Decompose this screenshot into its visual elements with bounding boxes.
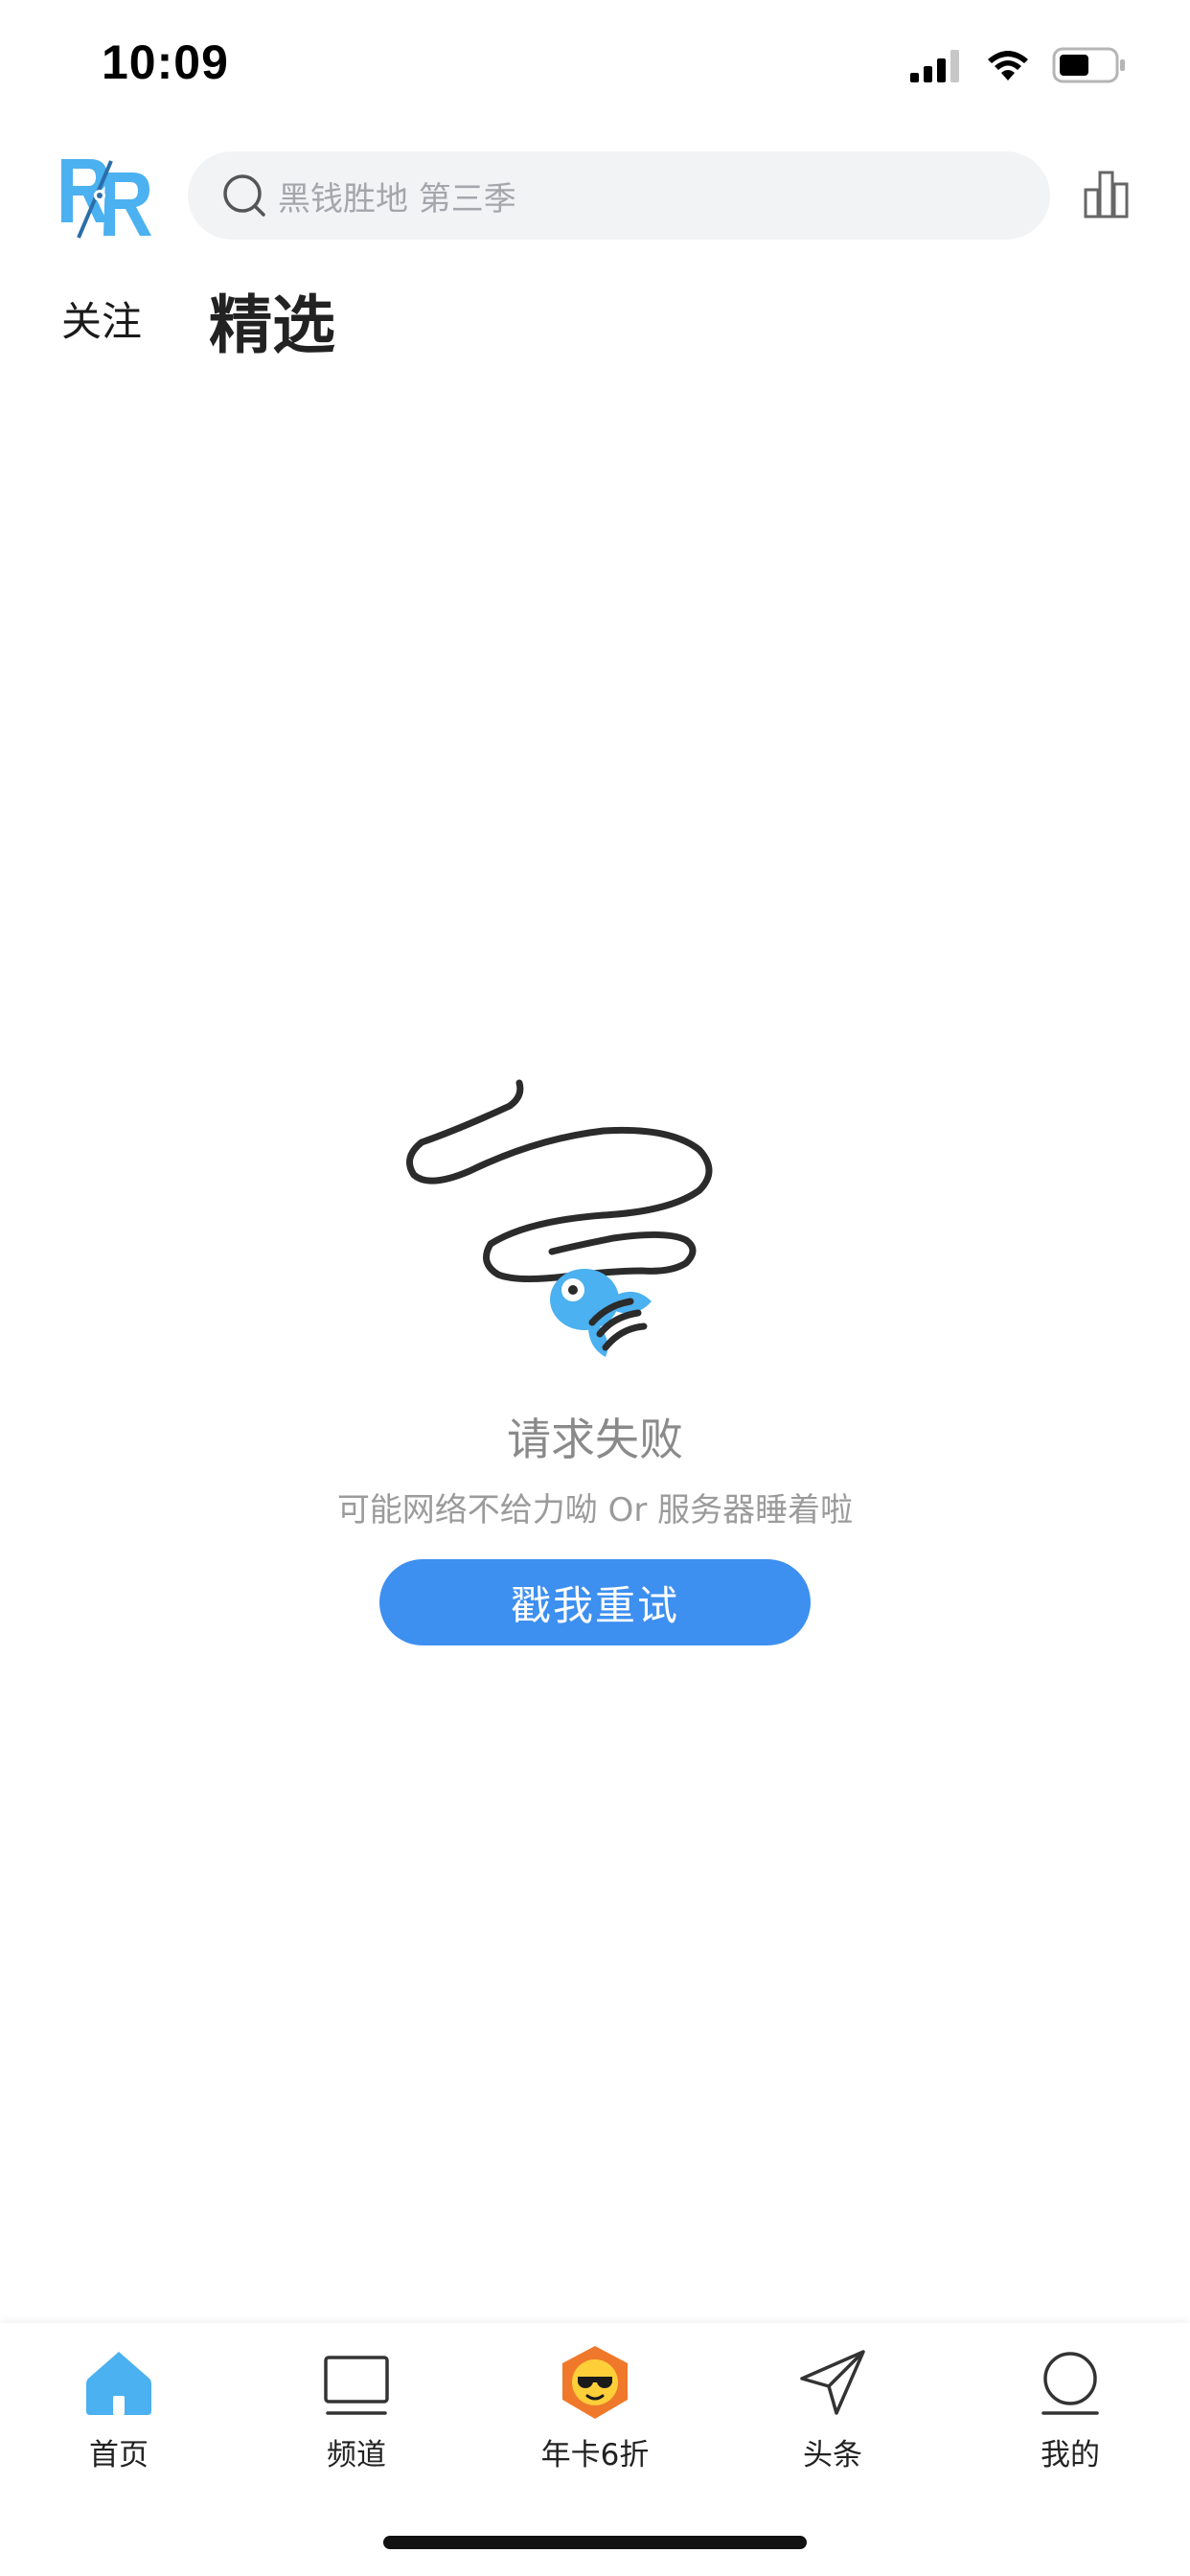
tabbar-label-headlines: 头条 <box>803 2438 862 2472</box>
status-bar: 10:09 <box>0 0 1190 134</box>
tab-featured[interactable]: 精选 <box>209 274 335 366</box>
tabbar-label-home: 首页 <box>89 2438 149 2472</box>
network-error-illustration <box>406 1079 713 1357</box>
tabbar-item-headlines[interactable]: 头条 <box>737 2344 928 2478</box>
tabbar-item-profile[interactable]: 我的 <box>974 2344 1166 2478</box>
search-bar[interactable]: 黑钱胜地 第三季 <box>188 151 1050 240</box>
tabbar-item-channel[interactable]: 频道 <box>261 2344 452 2478</box>
tabbar-item-home[interactable]: 首页 <box>23 2344 215 2478</box>
home-icon <box>86 2352 151 2415</box>
feed-tabs: 关注 精选 <box>0 268 1190 374</box>
rr-logo[interactable] <box>57 155 153 240</box>
profile-icon <box>1041 2352 1099 2415</box>
retry-button[interactable]: 戳我重试 <box>379 1559 811 1645</box>
tabbar-label-channel: 频道 <box>327 2438 386 2472</box>
cellular-signal-icon <box>910 50 959 82</box>
status-icons <box>910 44 1127 86</box>
fish-icon <box>550 1269 652 1357</box>
error-subtitle: 可能网络不给力呦 Or 服务器睡着啦 <box>336 1491 854 1530</box>
promo-badge-icon <box>562 2346 628 2419</box>
tabbar-label-profile: 我的 <box>1041 2438 1100 2472</box>
bottom-tab-bar: 首页 频道 年卡6折 头条 我的 <box>0 2323 1190 2576</box>
app-screen: 10:09 黑钱胜地 第三季 关注 精选 请求失败 可能网络不给力呦 Or 服务… <box>0 0 1190 2576</box>
home-indicator[interactable] <box>383 2536 807 2549</box>
tab-follow[interactable]: 关注 <box>61 289 142 348</box>
battery-icon <box>1052 47 1125 83</box>
tv-icon <box>324 2356 389 2415</box>
tabbar-label-promo: 年卡6折 <box>540 2438 650 2472</box>
status-time: 10:09 <box>102 35 229 89</box>
ranking-chart-icon[interactable] <box>1083 169 1131 218</box>
wifi-icon <box>988 51 1028 80</box>
error-title: 请求失败 <box>507 1414 683 1465</box>
search-placeholder: 黑钱胜地 第三季 <box>278 179 516 218</box>
header: 黑钱胜地 第三季 <box>0 144 1190 249</box>
tabbar-item-promo[interactable]: 年卡6折 <box>499 2344 691 2478</box>
paper-plane-icon <box>800 2350 865 2415</box>
search-icon <box>223 174 265 217</box>
